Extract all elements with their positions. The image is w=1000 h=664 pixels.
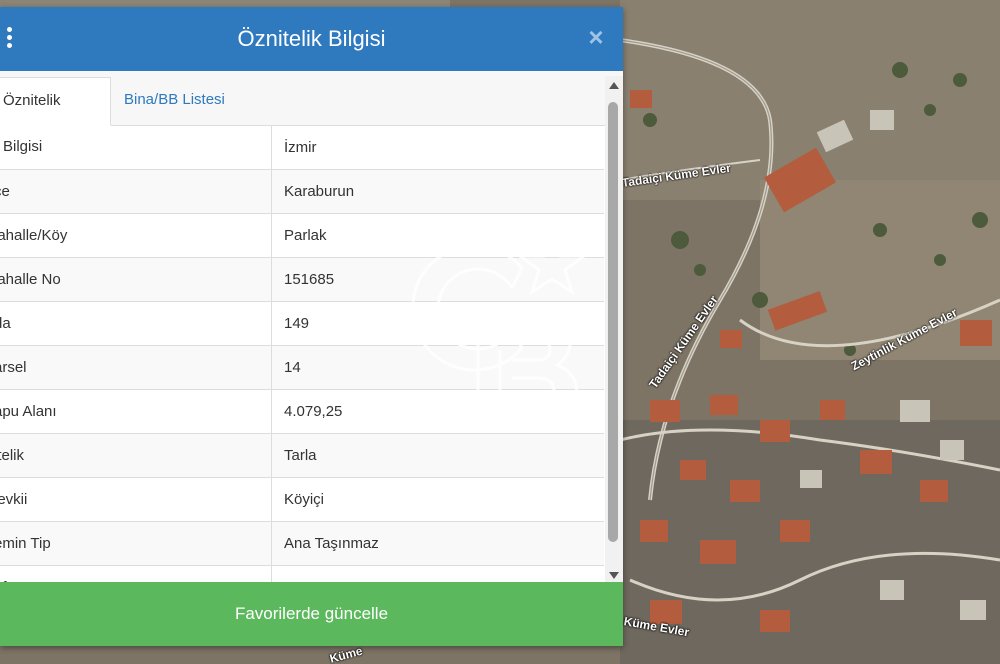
scrollbar[interactable]	[605, 76, 623, 585]
tab-attribute-info[interactable]: Öznitelik Bilgisi	[0, 77, 111, 155]
row-value: Parlak	[284, 227, 327, 244]
row-value: 14	[284, 359, 301, 376]
table-row: apu Alanı 4.079,25	[0, 390, 604, 434]
table-row: itelik Tarla	[0, 434, 604, 478]
table-row: da 149	[0, 302, 604, 346]
row-value: K16-C-19-C-2	[284, 566, 377, 582]
row-key: itelik	[0, 434, 272, 478]
scroll-down-icon[interactable]	[609, 572, 619, 579]
tab-building-list[interactable]: Bina/BB Listesi	[114, 77, 235, 126]
table-row: afta K16-C-19-C-2	[0, 566, 604, 582]
panel-header: Öznitelik Bilgisi ×	[0, 7, 623, 71]
table-row: çe Karaburun	[0, 170, 604, 214]
row-key: levkii	[0, 478, 272, 522]
tab-bar: Öznitelik Bilgisi Bina/BB Listesi	[0, 71, 623, 155]
row-key: afta	[0, 566, 272, 582]
attribute-panel: Öznitelik Bilgisi × Öznitelik Bilgisi Bi…	[0, 7, 623, 646]
row-value: 149	[284, 315, 310, 332]
row-value: İzmir	[284, 139, 317, 156]
table-row: levkii Köyiçi	[0, 478, 604, 522]
row-key	[0, 126, 272, 170]
close-icon[interactable]: ×	[585, 24, 607, 50]
scroll-thumb[interactable]	[608, 102, 618, 542]
table-row: lahalle/Köy Parlak	[0, 214, 604, 258]
row-key: apu Alanı	[0, 390, 272, 434]
table-row: İzmir	[0, 126, 604, 170]
row-key: arsel	[0, 346, 272, 390]
row-value: 4.079,25	[284, 403, 343, 420]
table-row: lahalle No 151685	[0, 258, 604, 302]
row-value: Köyiçi	[284, 491, 325, 508]
row-value: 151685	[284, 271, 335, 288]
attribute-table[interactable]: İzmir çe Karaburun lahalle/Köy Parlak la…	[0, 126, 604, 582]
table-row: emin Tip Ana Taşınmaz	[0, 522, 604, 566]
row-key: lahalle No	[0, 258, 272, 302]
row-key: da	[0, 302, 272, 346]
scroll-up-icon[interactable]	[609, 82, 619, 89]
row-key: lahalle/Köy	[0, 214, 272, 258]
row-value: Karaburun	[284, 183, 355, 200]
row-value: Ana Taşınmaz	[284, 535, 379, 552]
row-key: emin Tip	[0, 522, 272, 566]
update-favorites-button[interactable]: Favorilerde güncelle	[0, 582, 623, 646]
panel-title: Öznitelik Bilgisi	[237, 26, 386, 51]
row-key: çe	[0, 170, 272, 214]
row-value: Tarla	[284, 447, 317, 464]
table-row: arsel 14	[0, 346, 604, 390]
